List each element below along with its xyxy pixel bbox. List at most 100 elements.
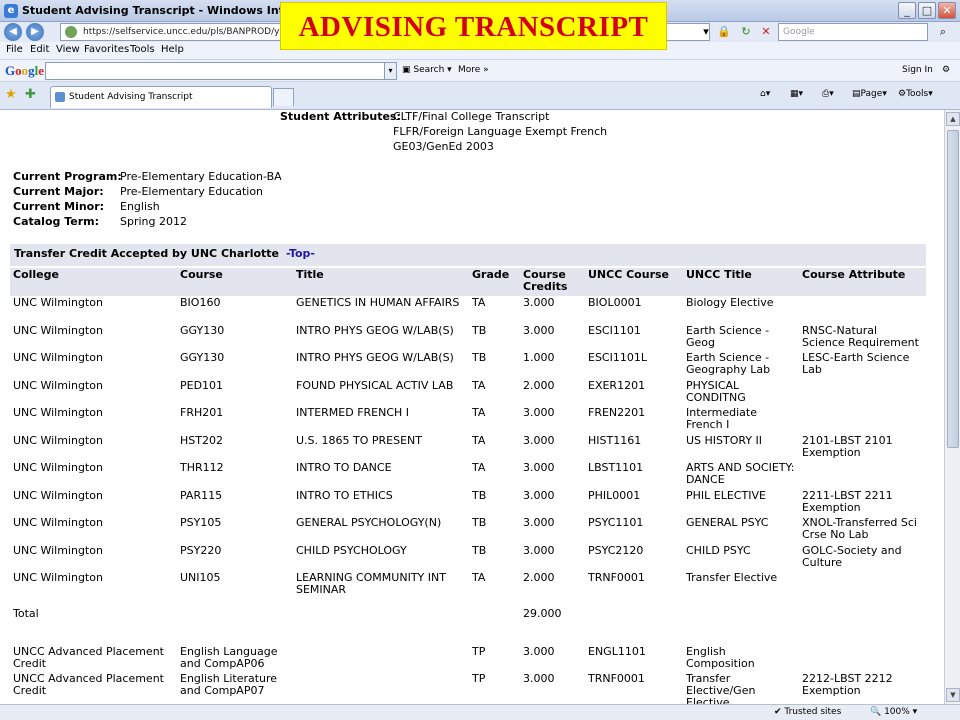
cell-title: INTERMED FRENCH I [296, 406, 410, 419]
menu-help[interactable]: Help [161, 44, 184, 55]
home-icon[interactable]: ⌂▾ [760, 89, 770, 99]
cell-grade: TB [472, 488, 487, 502]
cell-uncc-title: Transfer Elective [686, 571, 778, 584]
maximize-button[interactable]: □ [918, 2, 936, 19]
column-header-title: Title [293, 268, 469, 296]
search-placeholder: Google [783, 27, 815, 37]
close-button[interactable]: ✕ [938, 2, 956, 19]
cell-course-credits: 3.000 [523, 672, 555, 685]
table-row: UNC Wilmington GGY130 INTRO PHYS GEOG W/LA… [10, 324, 926, 352]
page-menu-label: Page [860, 89, 883, 99]
current-program-label: Current Program: [13, 170, 122, 183]
scroll-thumb[interactable] [947, 130, 959, 448]
cell-uncc-course: LBST1101 [588, 461, 644, 474]
search-icon[interactable]: ⌕ [930, 23, 956, 41]
top-link[interactable]: -Top- [286, 247, 315, 260]
cell-grade: TA [472, 406, 486, 419]
menu-favorites[interactable]: Favorites [84, 44, 129, 55]
cell-uncc-course: ENGL1101 [588, 644, 646, 658]
cell-course-credits: 2.000 [523, 378, 555, 392]
cell-course-attribute: LESC-Earth Science Lab [802, 351, 910, 376]
print-icon[interactable]: ⎙▾ [822, 89, 834, 99]
cell-course-credits: 3.000 [523, 433, 555, 447]
cell-uncc-title: ARTS AND SOCIETY: DANCE [686, 461, 795, 486]
cell-course-credits: 3.000 [523, 461, 555, 474]
cell-course: PED101 [180, 378, 224, 392]
cell-course-credits: 3.000 [523, 488, 555, 502]
tab-student-advising-transcript[interactable]: Student Advising Transcript [50, 86, 272, 108]
cell-college: UNC Wilmington [13, 378, 103, 392]
cell-title: GENETICS IN HUMAN AFFAIRS [296, 296, 460, 309]
google-signin-button[interactable]: Sign In [902, 65, 933, 75]
spacer-row [10, 629, 926, 645]
back-icon[interactable]: ◀ [4, 23, 22, 41]
total-credits: 29.000 [523, 606, 562, 620]
scroll-up-icon[interactable]: ▲ [946, 112, 960, 126]
google-search-button[interactable]: ▣ Search ▾ [402, 65, 452, 75]
vertical-scrollbar[interactable]: ▲ ▼ [944, 110, 960, 704]
cell-course-credits: 3.000 [523, 323, 555, 337]
cell-grade: TB [472, 351, 487, 364]
cell-grade: TB [472, 516, 487, 529]
cell-grade: TA [472, 378, 486, 392]
catalog-term-value: Spring 2012 [120, 215, 187, 228]
cell-uncc-title: Transfer Elective/Gen Elective [686, 672, 756, 705]
cell-course: UNI105 [180, 571, 221, 584]
cell-uncc-course: ESCI1101L [588, 351, 647, 364]
page-menu-button[interactable]: ▤Page▾ [852, 89, 887, 99]
menu-tools[interactable]: Tools [130, 44, 155, 55]
cell-course: THR112 [180, 461, 224, 474]
google-toolbar: Google ▾ ▣ Search ▾ More » Sign In ⚙ [0, 60, 960, 82]
refresh-icon[interactable]: ↻ [738, 24, 754, 40]
cell-college: UNC Wilmington [13, 323, 103, 337]
cell-uncc-course: BIOL0001 [588, 296, 642, 309]
minimize-button[interactable]: _ [898, 2, 916, 19]
dropdown-arrow-icon[interactable]: ▾ [698, 24, 714, 40]
cell-title: GENERAL PSYCHOLOGY(N) [296, 516, 442, 529]
cell-uncc-course: TRNF0001 [588, 571, 645, 584]
tab-label: Student Advising Transcript [69, 92, 193, 102]
cell-course: PAR115 [180, 488, 223, 502]
menu-edit[interactable]: Edit [30, 44, 49, 55]
google-logo: Google [5, 63, 45, 78]
cell-grade: TA [472, 571, 486, 584]
zoom-value: 100% [884, 707, 910, 717]
student-attribute: FLFR/Foreign Language Exempt French [393, 125, 608, 138]
cell-uncc-title: CHILD PSYC [686, 543, 751, 557]
cell-course-attribute [799, 379, 926, 407]
cell-grade: TA [472, 433, 486, 447]
table-row: UNC Wilmington PED101 FOUND PHYSICAL ACTIV… [10, 379, 926, 407]
cell-course-credits: 2.000 [523, 571, 555, 584]
cell-course: BIO160 [180, 296, 221, 309]
cell-uncc-title: PHIL ELECTIVE [686, 488, 766, 502]
scroll-down-icon[interactable]: ▼ [946, 688, 960, 702]
cell-title: INTRO PHYS GEOG W/LAB(S) [296, 351, 454, 364]
cell-college: UNC Wilmington [13, 296, 103, 309]
search-input[interactable]: Google [778, 23, 928, 41]
tools-menu-button[interactable]: ⚙Tools▾ [898, 89, 933, 99]
favorites-star-icon[interactable]: ★ [5, 87, 17, 102]
menu-view[interactable]: View [56, 44, 80, 55]
google-dropdown-icon[interactable]: ▾ [384, 62, 397, 80]
cell-title [293, 672, 469, 704]
empty-cell [799, 599, 926, 629]
cell-uncc-course: HIST1161 [588, 433, 642, 447]
cell-title [293, 645, 469, 673]
forward-icon[interactable]: ▶ [26, 23, 44, 41]
table-row: UNCC Advanced Placement Credit English La… [10, 645, 926, 673]
stop-icon[interactable]: ✕ [758, 24, 774, 40]
cell-course-attribute [799, 461, 926, 489]
window-controls: _ □ ✕ [898, 2, 956, 19]
add-favorite-icon[interactable]: ✚ [25, 87, 36, 102]
banner-text: ADVISING TRANSCRIPT [298, 11, 649, 43]
new-tab-button[interactable] [273, 88, 294, 106]
menu-file[interactable]: File [6, 44, 23, 55]
zoom-level[interactable]: 🔍 100% ▾ [870, 707, 917, 717]
lock-icon[interactable]: 🔒 [716, 24, 732, 40]
tab-page-icon [55, 92, 65, 102]
google-more-button[interactable]: More » [458, 65, 489, 75]
google-search-input[interactable] [45, 62, 385, 80]
feeds-icon[interactable]: ▦▾ [790, 89, 803, 99]
cell-grade: TP [472, 644, 486, 658]
wrench-icon[interactable]: ⚙ [942, 65, 950, 75]
